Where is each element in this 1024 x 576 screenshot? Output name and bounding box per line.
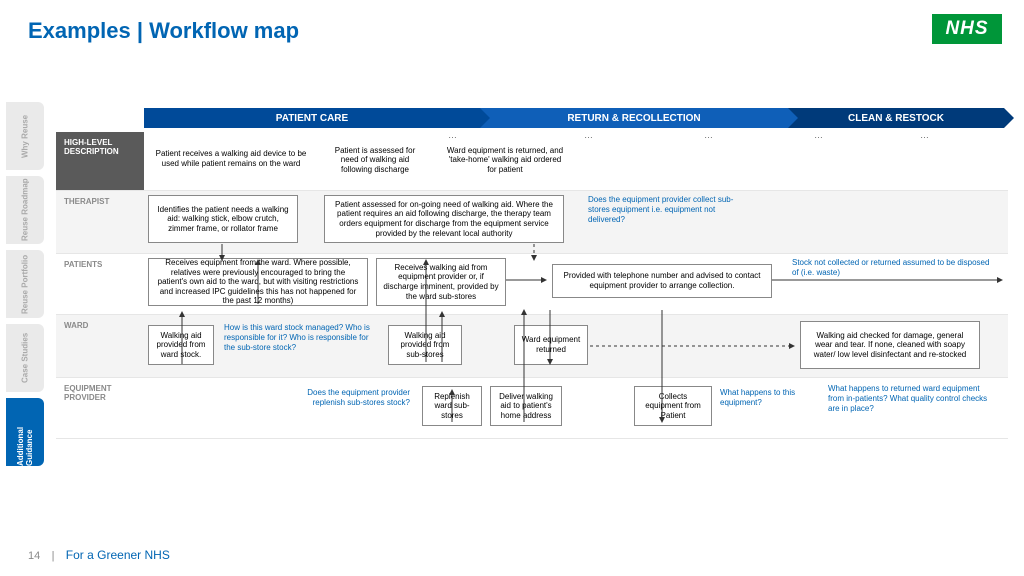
box-t2: Patient assessed for on-going need of wa… (324, 195, 564, 243)
rowlabel-patients: PATIENTS (56, 254, 144, 314)
phase-return-recollection: RETURN & RECOLLECTION (480, 108, 788, 128)
footer: 14 | For a Greener NHS (28, 548, 170, 562)
side-tabs: Why Reuse Reuse Roadmap Reuse Portfolio … (6, 102, 44, 472)
box-e3: Collects equipment from Patient (634, 386, 712, 426)
footer-text: For a Greener NHS (66, 548, 170, 562)
tab-additional-guidance[interactable]: Additional Guidance (6, 398, 44, 466)
box-w4: Walking aid checked for damage, general … (800, 321, 980, 369)
row-ward: WARD Walking aid provided from ward stoc… (56, 315, 1008, 378)
box-t1: Identifies the patient needs a walking a… (148, 195, 298, 243)
box-e1: Replenish ward sub-stores (422, 386, 482, 426)
page-number: 14 (28, 550, 40, 562)
note-n2: Stock not collected or returned assumed … (792, 258, 992, 278)
box-p2: Receives walking aid from equipment prov… (376, 258, 506, 306)
rowlabel-high-level: HIGH-LEVEL DESCRIPTION (56, 132, 144, 190)
row-therapist: THERAPIST Identifies the patient needs a… (56, 191, 1008, 254)
phase-patient-care: PATIENT CARE (144, 108, 480, 128)
phase-clean-restock: CLEAN & RESTOCK (788, 108, 1004, 128)
tab-reuse-portfolio[interactable]: Reuse Portfolio (6, 250, 44, 318)
rowlabel-therapist: THERAPIST (56, 191, 144, 253)
box-w2: Walking aid provided from sub-stores (388, 325, 462, 365)
row-equipment-provider: EQUIPMENT PROVIDER Does the equipment pr… (56, 378, 1008, 439)
box-hl3: Ward equipment is returned, and 'take-ho… (440, 140, 570, 180)
note-n1: Does the equipment provider collect sub-… (588, 195, 748, 225)
note-n3: How is this ward stock managed? Who is r… (224, 323, 380, 353)
note-n4: Does the equipment provider replenish su… (280, 388, 410, 408)
ellipsis: … (920, 130, 929, 140)
box-hl2: Patient is assessed for need of walking … (320, 142, 430, 178)
box-p1: Receives equipment from the ward. Where … (148, 258, 368, 306)
box-e2: Deliver walking aid to patient's home ad… (490, 386, 562, 426)
note-n6: What happens to returned ward equipment … (828, 384, 996, 414)
row-patients: PATIENTS Receives equipment from the war… (56, 254, 1008, 315)
page-title: Examples | Workflow map (28, 18, 299, 44)
box-p3: Provided with telephone number and advis… (552, 264, 772, 298)
box-hl1: Patient receives a walking aid device to… (148, 138, 314, 180)
box-w3: Ward equipment returned (514, 325, 588, 365)
ellipsis: … (814, 130, 823, 140)
tab-why-reuse[interactable]: Why Reuse (6, 102, 44, 170)
rowlabel-equipment-provider: EQUIPMENT PROVIDER (56, 378, 144, 438)
footer-sep: | (52, 550, 55, 562)
box-w1: Walking aid provided from ward stock. (148, 325, 214, 365)
ellipsis: … (584, 130, 593, 140)
rowlabel-ward: WARD (56, 315, 144, 377)
phase-header: PATIENT CARE RETURN & RECOLLECTION CLEAN… (144, 108, 1004, 128)
nhs-logo: NHS (932, 14, 1002, 44)
note-n5: What happens to this equipment? (720, 388, 816, 408)
tab-case-studies[interactable]: Case Studies (6, 324, 44, 392)
swimlane-grid: HIGH-LEVEL DESCRIPTION Patient receives … (56, 132, 1008, 439)
ellipsis: … (704, 130, 713, 140)
tab-reuse-roadmap[interactable]: Reuse Roadmap (6, 176, 44, 244)
row-high-level: HIGH-LEVEL DESCRIPTION Patient receives … (56, 132, 1008, 191)
ellipsis: … (448, 130, 457, 140)
